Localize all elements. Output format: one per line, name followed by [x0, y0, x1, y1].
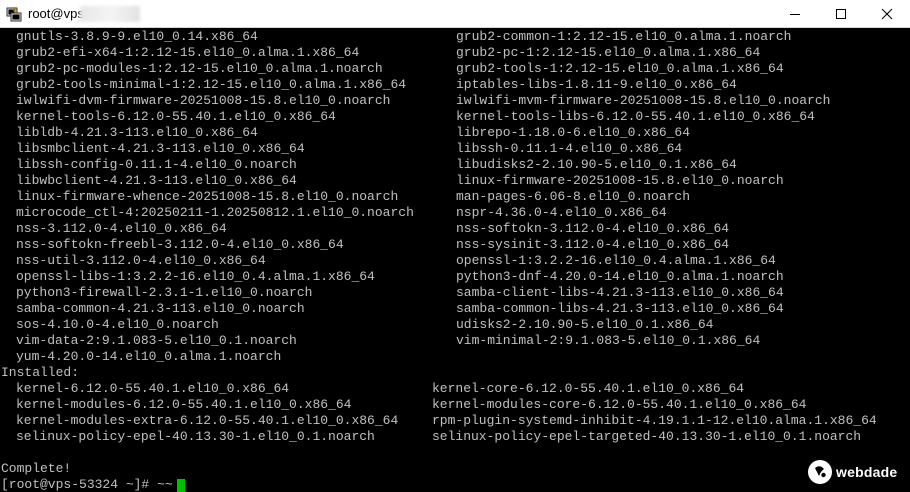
watermark-text: webdade: [836, 464, 898, 480]
package-entry: grub2-efi-x64-1:2.12-15.el10_0.alma.1.x8…: [16, 45, 360, 60]
text-cursor: [177, 479, 185, 492]
package-entry: nspr-4.36.0-4.el10_0.x86_64: [456, 205, 667, 220]
package-entry: samba-common-4.21.3-113.el10_0.noarch: [16, 301, 305, 316]
terminal-window: root@vps gnutls-3.8.9-9.el10_0.14.x86_64…: [0, 0, 910, 492]
webdade-watermark: webdade: [808, 460, 904, 488]
maximize-icon: [836, 9, 846, 19]
terminal-output[interactable]: gnutls-3.8.9-9.el10_0.14.x86_64 grub2-com…: [0, 28, 910, 492]
redacted-hostname: [80, 6, 140, 22]
package-entry: nss-softokn-freebl-3.112.0-4.el10_0.x86_…: [16, 237, 344, 252]
webdade-logo-icon: [808, 460, 832, 484]
package-entry: iwlwifi-mvm-firmware-20251008-15.8.el10_…: [456, 93, 831, 108]
minimize-icon: [790, 14, 800, 15]
package-entry: kernel-tools-libs-6.12.0-55.40.1.el10_0.…: [456, 109, 815, 124]
putty-terminal-icon: [6, 6, 22, 22]
complete-message: Complete!: [1, 461, 72, 476]
package-entry: grub2-pc-1:2.12-15.el10_0.alma.1.x86_64: [456, 45, 761, 60]
package-entry: linux-firmware-20251008-15.8.el10_0.noar…: [456, 173, 784, 188]
package-entry: udisks2-2.10.90-5.el10_0.1.x86_64: [456, 317, 714, 332]
window-title: root@vps: [28, 6, 84, 21]
package-entry: libsmbclient-4.21.3-113.el10_0.x86_64: [16, 141, 305, 156]
minimize-button[interactable]: [772, 0, 818, 27]
package-entry: sos-4.10.0-4.el10_0.noarch: [16, 317, 219, 332]
package-entry: gnutls-3.8.9-9.el10_0.14.x86_64: [16, 29, 258, 44]
package-entry: grub2-pc-modules-1:2.12-15.el10_0.alma.1…: [16, 61, 383, 76]
package-entry: microcode_ctl-4:20250211-1.20250812.1.el…: [16, 205, 414, 220]
package-entry: kernel-core-6.12.0-55.40.1.el10_0.x86_64: [432, 381, 745, 396]
maximize-button[interactable]: [818, 0, 864, 27]
installed-heading: Installed:: [1, 365, 80, 380]
package-entry: kernel-modules-6.12.0-55.40.1.el10_0.x86…: [16, 397, 352, 412]
package-entry: rpm-plugin-systemd-inhibit-4.19.1.1-12.e…: [432, 413, 877, 428]
package-entry: selinux-policy-epel-targeted-40.13.30-1.…: [432, 429, 862, 444]
package-entry: vim-data-2:9.1.083-5.el10_0.1.noarch: [16, 333, 297, 348]
package-entry: libwbclient-4.21.3-113.el10_0.x86_64: [16, 173, 297, 188]
package-entry: vim-minimal-2:9.1.083-5.el10_0.1.x86_64: [456, 333, 761, 348]
package-entry: grub2-tools-minimal-1:2.12-15.el10_0.alm…: [16, 77, 407, 92]
package-entry: kernel-6.12.0-55.40.1.el10_0.x86_64: [16, 381, 290, 396]
package-entry: nss-softokn-3.112.0-4.el10_0.x86_64: [456, 221, 730, 236]
package-entry: kernel-modules-core-6.12.0-55.40.1.el10_…: [432, 397, 807, 412]
package-entry: openssl-1:3.2.2-16.el10_0.4.alma.1.x86_6…: [456, 253, 776, 268]
package-entry: grub2-tools-1:2.12-15.el10_0.alma.1.x86_…: [456, 61, 784, 76]
package-entry: libssh-config-0.11.1-4.el10_0.noarch: [16, 157, 297, 172]
package-entry: kernel-modules-extra-6.12.0-55.40.1.el10…: [16, 413, 399, 428]
shell-prompt: [root@vps-53324 ~]# ~~: [1, 477, 173, 492]
package-entry: nss-util-3.112.0-4.el10_0.x86_64: [16, 253, 266, 268]
package-entry: samba-common-libs-4.21.3-113.el10_0.x86_…: [456, 301, 784, 316]
package-entry: iptables-libs-1.8.11-9.el10_0.x86_64: [456, 77, 737, 92]
package-entry: openssl-libs-1:3.2.2-16.el10_0.4.alma.1.…: [16, 269, 375, 284]
package-entry: python3-firewall-2.3.1-1.el10_0.noarch: [16, 285, 313, 300]
package-entry: grub2-common-1:2.12-15.el10_0.alma.1.noa…: [456, 29, 792, 44]
package-entry: yum-4.20.0-14.el10_0.alma.1.noarch: [16, 349, 282, 364]
close-button[interactable]: [864, 0, 910, 27]
package-entry: libssh-0.11.1-4.el10_0.x86_64: [456, 141, 683, 156]
package-entry: nss-sysinit-3.112.0-4.el10_0.x86_64: [456, 237, 730, 252]
package-entry: selinux-policy-epel-40.13.30-1.el10_0.1.…: [16, 429, 375, 444]
close-icon: [881, 8, 893, 20]
package-entry: samba-client-libs-4.21.3-113.el10_0.x86_…: [456, 285, 784, 300]
package-entry: man-pages-6.06-8.el10_0.noarch: [456, 189, 691, 204]
package-entry: libldb-4.21.3-113.el10_0.x86_64: [16, 125, 258, 140]
package-entry: linux-firmware-whence-20251008-15.8.el10…: [16, 189, 399, 204]
package-entry: libudisks2-2.10.90-5.el10_0.1.x86_64: [456, 157, 737, 172]
title-bar[interactable]: root@vps: [0, 0, 910, 28]
package-entry: librepo-1.18.0-6.el10_0.x86_64: [456, 125, 691, 140]
package-entry: kernel-tools-6.12.0-55.40.1.el10_0.x86_6…: [16, 109, 336, 124]
package-entry: nss-3.112.0-4.el10_0.x86_64: [16, 221, 227, 236]
package-entry: iwlwifi-dvm-firmware-20251008-15.8.el10_…: [16, 93, 391, 108]
package-entry: python3-dnf-4.20.0-14.el10_0.alma.1.noar…: [456, 269, 784, 284]
